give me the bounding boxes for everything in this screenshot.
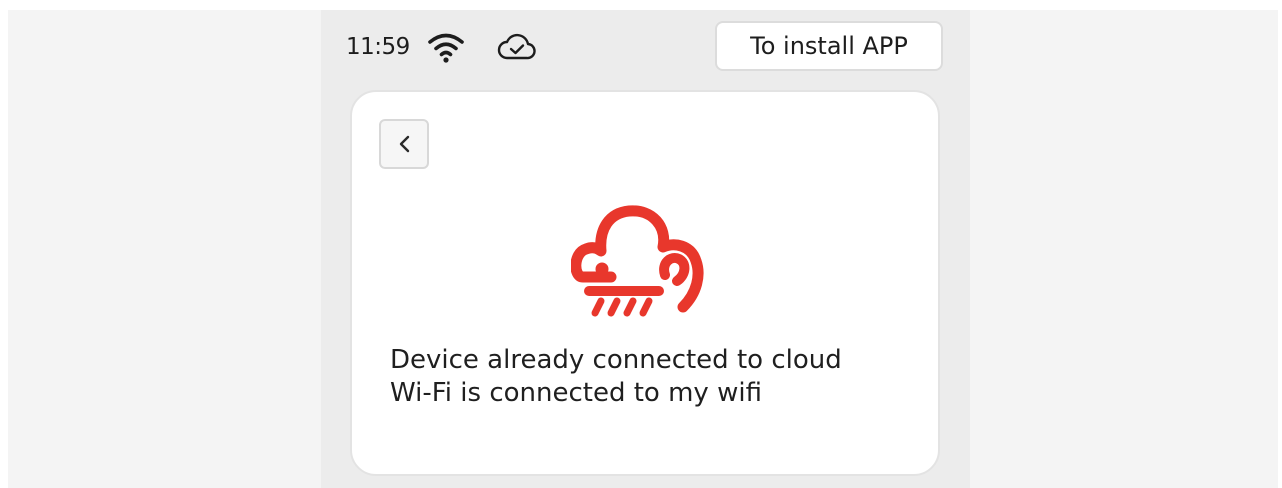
cloud-check-icon: [497, 33, 536, 60]
wifi-connection-status: Wi-Fi is connected to my wifi: [390, 378, 762, 408]
chevron-left-icon: [399, 135, 410, 153]
cloud-logo-icon: [571, 205, 704, 317]
connection-status-card: Device already connected to cloud Wi-Fi …: [350, 90, 940, 476]
status-bar: 11:59 To install APP: [321, 10, 970, 82]
status-messages: Device already connected to cloud Wi-Fi …: [390, 344, 930, 410]
device-screen: 11:59 To install APP Device already conn…: [321, 10, 970, 488]
install-app-button[interactable]: To install APP: [715, 21, 943, 71]
back-button[interactable]: [379, 119, 429, 169]
status-time: 11:59: [346, 34, 410, 60]
cloud-connection-status: Device already connected to cloud: [390, 345, 842, 375]
wifi-icon: [428, 33, 464, 63]
